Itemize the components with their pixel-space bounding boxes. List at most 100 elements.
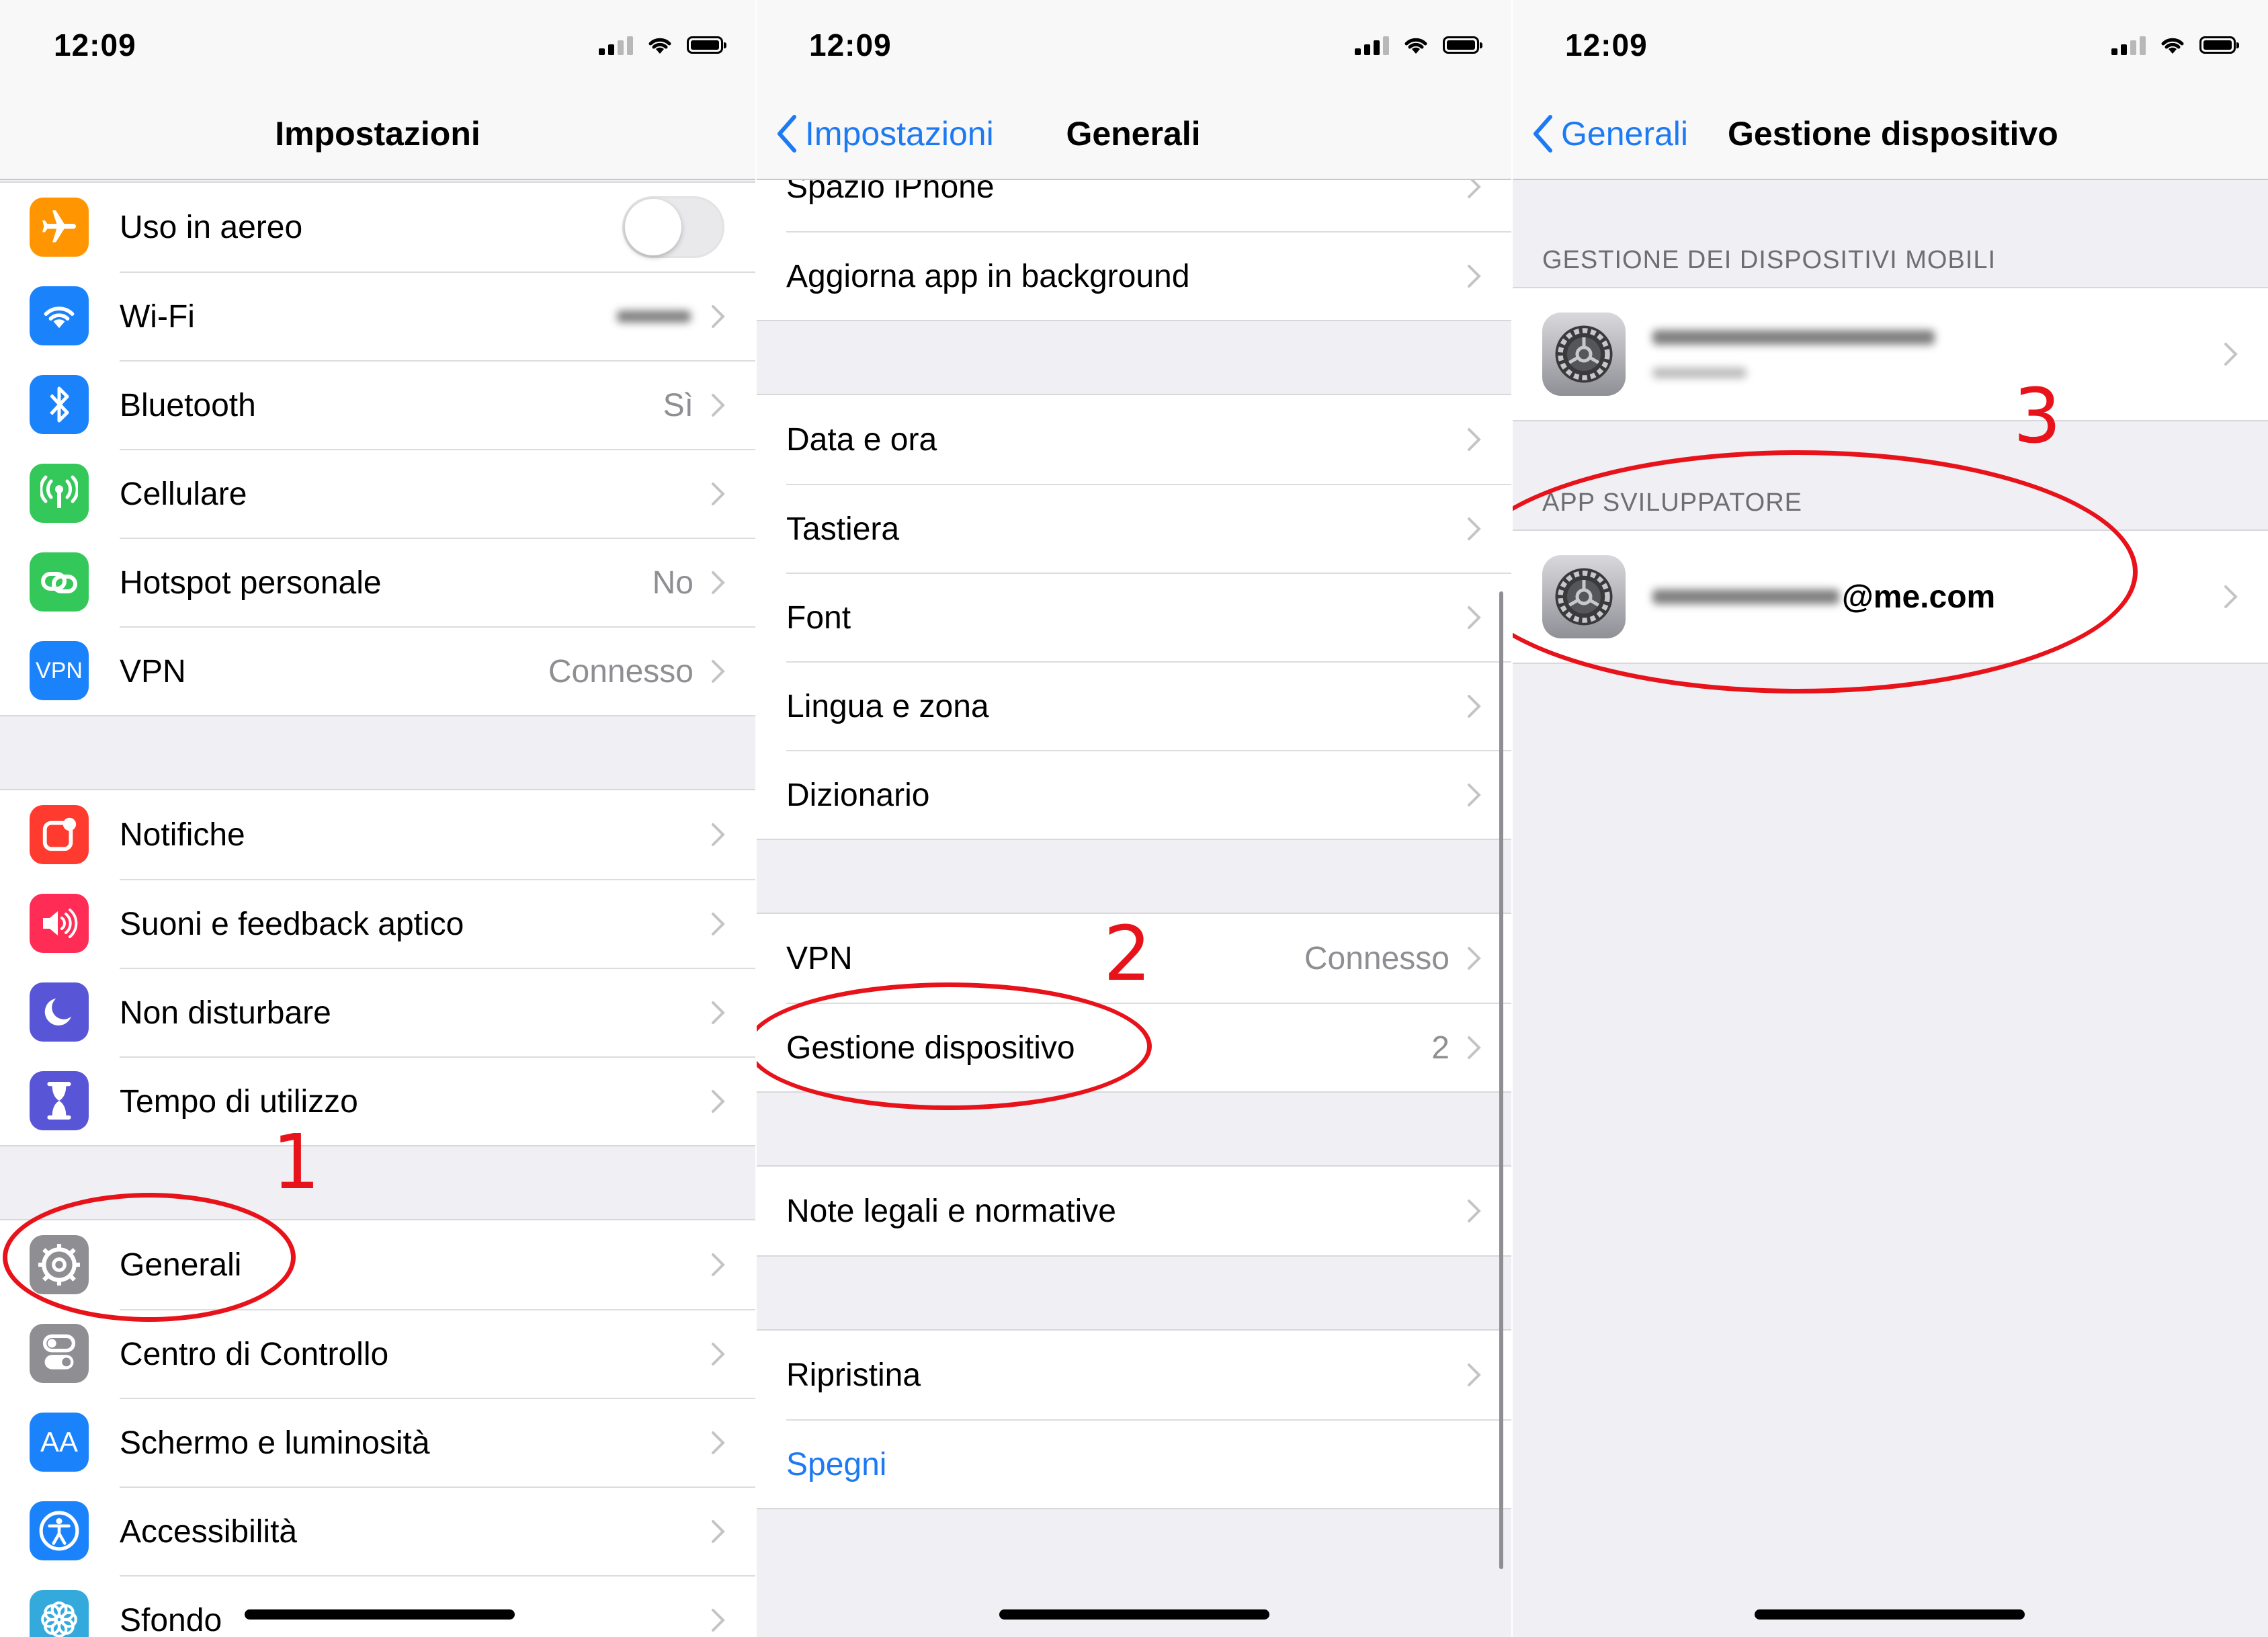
status-bar: 12:09 [755, 0, 1511, 81]
settings-row-accessibility[interactable]: Accessibilità [0, 1486, 755, 1575]
chevron-right-icon [1468, 784, 1481, 806]
settings-row-display[interactable]: AA Schermo e luminosità [0, 1398, 755, 1486]
chevron-right-icon [1468, 1200, 1481, 1222]
row-label: VPN [786, 940, 853, 976]
row-label: Tempo di utilizzo [120, 1083, 358, 1120]
status-time: 12:09 [1565, 28, 1648, 62]
settings-screen: 12:09 Impostazioni Uso in aereo Wi-Fi Bl… [0, 0, 755, 1637]
annotation-step-1: 1 [272, 1119, 321, 1206]
battery-icon [2199, 36, 2239, 54]
settings-row-cellular[interactable]: Cellulare [0, 449, 755, 538]
battery-icon [687, 36, 726, 54]
chevron-right-icon [1468, 606, 1481, 629]
bluetooth-icon [30, 375, 89, 434]
settings-row-legal[interactable]: Note legali e normative [755, 1167, 1511, 1255]
chevron-right-icon [1468, 947, 1481, 970]
settings-row-language-region[interactable]: Lingua e zona [755, 661, 1511, 750]
home-indicator[interactable] [1755, 1609, 2025, 1620]
battery-icon [1443, 36, 1482, 54]
row-label: Accessibilità [120, 1513, 298, 1550]
row-label: Suoni e feedback aptico [120, 906, 464, 942]
chevron-right-icon [712, 660, 725, 683]
row-value: No [652, 564, 694, 601]
row-label: Aggiorna app in background [786, 258, 1190, 294]
settings-row-reset[interactable]: Ripristina [755, 1331, 1511, 1419]
row-label: Tastiera [786, 511, 900, 547]
row-label: Font [786, 599, 851, 636]
status-bar: 12:09 [1511, 0, 2268, 81]
mdm-profile-group [1511, 287, 2268, 421]
nav-bar: Generali Gestione dispositivo [1511, 81, 2268, 180]
row-value: 2 [1431, 1030, 1450, 1066]
settings-row-font[interactable]: Font [755, 573, 1511, 661]
row-label: Wi-Fi [120, 298, 195, 335]
airplane-toggle[interactable] [622, 196, 724, 258]
panel-divider [755, 0, 757, 1637]
status-time: 12:09 [809, 28, 892, 62]
chevron-right-icon [712, 823, 725, 846]
redacted-profile-name [1652, 330, 1935, 345]
wifi-status-icon [648, 38, 671, 54]
row-value: Connesso [1304, 940, 1450, 976]
row-label: Non disturbare [120, 995, 331, 1031]
chevron-right-icon [712, 1090, 725, 1113]
chevron-right-icon [712, 394, 725, 417]
settings-row-hotspot[interactable]: Hotspot personale No [0, 538, 755, 626]
row-label: Schermo e luminosità [120, 1425, 430, 1461]
settings-row-date-time[interactable]: Data e ora [755, 395, 1511, 484]
redacted-network-name [617, 310, 691, 323]
home-indicator[interactable] [999, 1609, 1269, 1620]
sounds-icon [30, 894, 89, 953]
chevron-right-icon [712, 571, 725, 594]
settings-row-background-refresh[interactable]: Aggiorna app in background [755, 231, 1511, 320]
page-title: Impostazioni [275, 115, 480, 153]
chevron-right-icon [1468, 428, 1481, 451]
chevron-right-icon [712, 1001, 725, 1024]
settings-row-control-center[interactable]: Centro di Controllo [0, 1309, 755, 1398]
row-label: Ripristina [786, 1357, 921, 1393]
settings-row-sounds[interactable]: Suoni e feedback aptico [0, 879, 755, 968]
annotation-step-2: 2 [1103, 911, 1152, 998]
chevron-right-icon [1468, 517, 1481, 540]
chevron-right-icon [712, 1253, 725, 1276]
page-title: Gestione dispositivo [1728, 115, 2058, 153]
chevron-right-icon [712, 305, 725, 328]
hourglass-icon [30, 1071, 89, 1130]
signal-icon [2111, 35, 2146, 55]
settings-row-wallpaper[interactable]: Sfondo [0, 1575, 755, 1637]
settings-row-notifications[interactable]: Notifiche [0, 790, 755, 879]
wifi-icon [30, 286, 89, 345]
hotspot-icon [30, 552, 89, 612]
reset-group: Ripristina Spegni [755, 1329, 1511, 1509]
settings-row-bluetooth[interactable]: Bluetooth Sì [0, 360, 755, 449]
mdm-profile-row[interactable] [1511, 288, 2268, 420]
back-button[interactable]: Generali [1531, 114, 1688, 153]
settings-row-dictionary[interactable]: Dizionario [755, 750, 1511, 839]
nav-bar: Impostazioni Generali [755, 81, 1511, 180]
signal-icon [599, 35, 633, 55]
vpn-icon: VPN [30, 641, 89, 700]
settings-row-wifi[interactable]: Wi-Fi [0, 271, 755, 360]
settings-row-screen-time[interactable]: Tempo di utilizzo [0, 1056, 755, 1145]
wallpaper-icon [30, 1590, 89, 1637]
home-indicator[interactable] [245, 1609, 515, 1620]
chevron-right-icon [2224, 585, 2238, 608]
settings-row-do-not-disturb[interactable]: Non disturbare [0, 968, 755, 1056]
row-label: Centro di Controllo [120, 1336, 389, 1372]
scroll-indicator[interactable] [1499, 591, 1503, 1569]
airplane-icon [30, 198, 89, 257]
settings-row-airplane[interactable]: Uso in aereo [0, 183, 755, 271]
notifications-group: Notifiche Suoni e feedback aptico Non di… [0, 789, 755, 1146]
row-value: Connesso [548, 653, 694, 689]
cellular-icon [30, 464, 89, 523]
row-label: Hotspot personale [120, 564, 382, 601]
status-bar: 12:09 [0, 0, 755, 81]
chevron-right-icon [712, 913, 725, 935]
shutdown-button[interactable]: Spegni [755, 1419, 1511, 1508]
settings-row-vpn[interactable]: VPN VPN Connesso [0, 626, 755, 715]
settings-row-keyboard[interactable]: Tastiera [755, 484, 1511, 573]
date-language-group: Data e ora Tastiera Font Lingua e zona D… [755, 394, 1511, 840]
wifi-status-icon [1404, 38, 1427, 54]
row-label: Dizionario [786, 777, 930, 813]
chevron-right-icon [1468, 1036, 1481, 1059]
